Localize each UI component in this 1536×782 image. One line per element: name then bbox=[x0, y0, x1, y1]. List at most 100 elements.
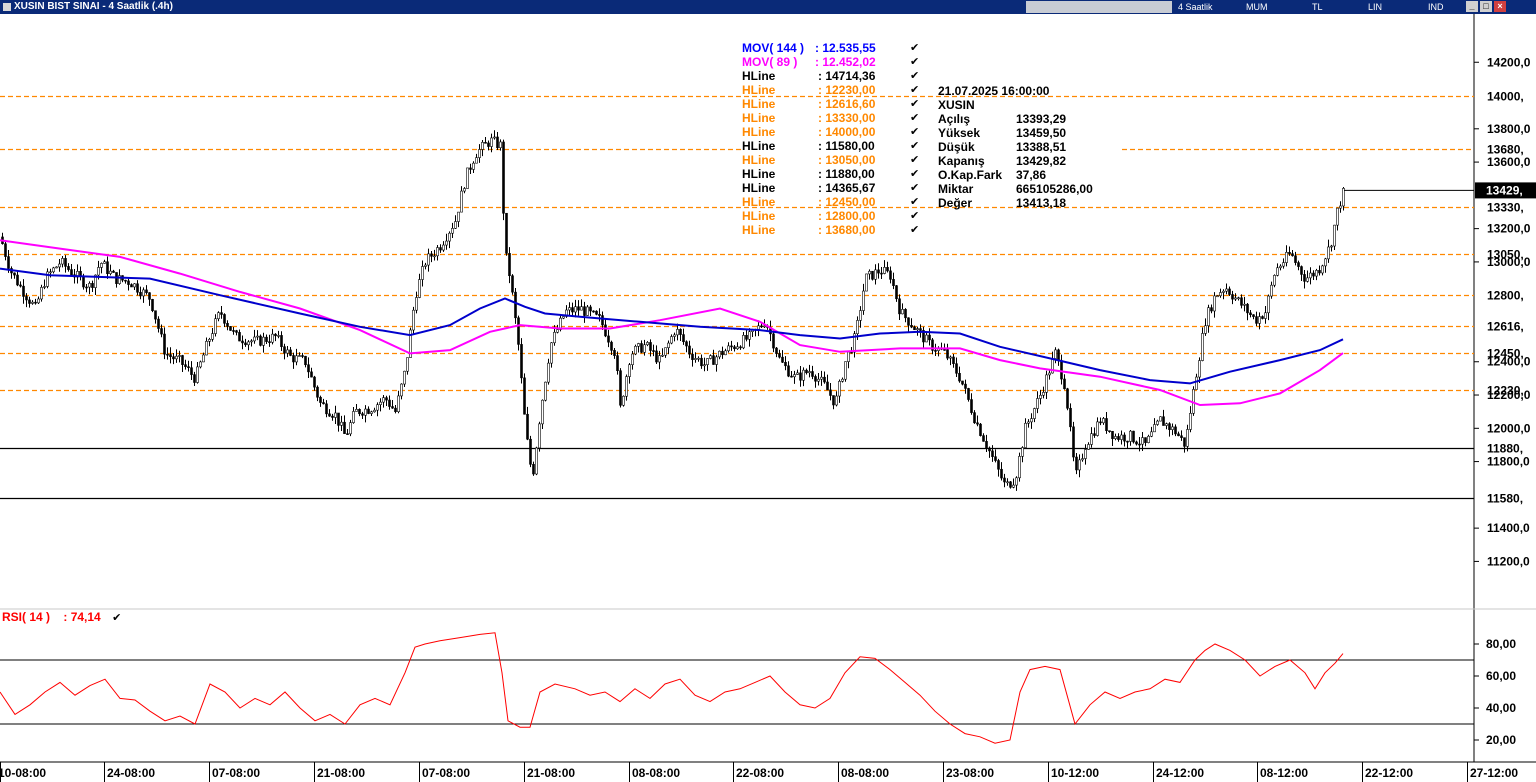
check-icon[interactable]: ✔ bbox=[910, 223, 919, 237]
hline-label: 12800, bbox=[1487, 289, 1524, 303]
candle-body bbox=[1021, 447, 1024, 457]
candle-body bbox=[415, 297, 418, 311]
check-icon[interactable]: ✔ bbox=[910, 111, 919, 125]
candle-body bbox=[910, 324, 913, 328]
candle-body bbox=[217, 312, 220, 320]
candle-body bbox=[250, 340, 253, 343]
candle-body bbox=[1195, 376, 1198, 390]
check-icon[interactable]: ✔ bbox=[112, 612, 121, 624]
candle-body bbox=[1033, 408, 1036, 419]
candle-body bbox=[268, 341, 271, 343]
candle-body bbox=[34, 301, 37, 304]
check-icon[interactable]: ✔ bbox=[910, 83, 919, 97]
candle-body bbox=[391, 406, 394, 409]
candle-body bbox=[520, 344, 523, 379]
candle-body bbox=[760, 325, 763, 328]
candle-body bbox=[1045, 374, 1048, 393]
candle-body bbox=[403, 370, 406, 385]
candle-body bbox=[1252, 314, 1255, 317]
candle-body bbox=[406, 357, 409, 372]
candle-body bbox=[124, 279, 127, 282]
check-icon[interactable]: ✔ bbox=[910, 55, 919, 69]
candle-body bbox=[625, 376, 628, 397]
legend-item-value: : 12230,00 bbox=[818, 83, 876, 97]
candle-body bbox=[670, 336, 673, 344]
legend-item-label: HLine bbox=[742, 153, 776, 167]
candle-body bbox=[595, 310, 598, 315]
candle-body bbox=[667, 342, 670, 348]
candle-body bbox=[181, 355, 184, 365]
candle-body bbox=[781, 356, 784, 363]
candle-body bbox=[901, 309, 904, 315]
check-icon[interactable]: ✔ bbox=[910, 167, 919, 181]
candle-body bbox=[1093, 433, 1096, 436]
ohlc-high-value: 13459,50 bbox=[1016, 126, 1067, 140]
candle-body bbox=[1243, 303, 1246, 306]
candle-body bbox=[685, 341, 688, 347]
check-icon[interactable]: ✔ bbox=[910, 181, 919, 195]
candle-body bbox=[43, 286, 46, 288]
candle-body bbox=[334, 412, 337, 418]
candle-body bbox=[190, 367, 193, 375]
candle-body bbox=[295, 355, 298, 363]
candle-body bbox=[1177, 433, 1180, 437]
candle-body bbox=[985, 441, 988, 449]
candle-body bbox=[958, 372, 961, 382]
check-icon[interactable]: ✔ bbox=[910, 97, 919, 111]
candle-body bbox=[1225, 288, 1228, 292]
hline-label: 13330, bbox=[1487, 201, 1524, 215]
legend-item-value: : 14000,00 bbox=[818, 125, 876, 139]
candle-body bbox=[880, 272, 883, 275]
candle-body bbox=[649, 342, 652, 351]
candle-body bbox=[340, 421, 343, 426]
candle-body bbox=[646, 342, 649, 346]
candle-body bbox=[142, 289, 145, 297]
candle-body bbox=[661, 354, 664, 357]
check-icon[interactable]: ✔ bbox=[910, 195, 919, 209]
legend-item-label: HLine bbox=[742, 69, 776, 83]
candle-body bbox=[172, 356, 175, 360]
candle-body bbox=[1129, 430, 1132, 442]
ohlc-value-label: Değer bbox=[938, 196, 973, 210]
check-icon[interactable]: ✔ bbox=[910, 41, 919, 55]
candle-body bbox=[874, 269, 877, 280]
check-icon[interactable]: ✔ bbox=[910, 139, 919, 153]
candle-body bbox=[355, 409, 358, 412]
candle-body bbox=[1096, 421, 1099, 436]
candle-body bbox=[166, 353, 169, 356]
candle-body bbox=[898, 298, 901, 315]
candle-body bbox=[235, 330, 238, 333]
candle-body bbox=[724, 350, 727, 356]
candle-body bbox=[676, 329, 679, 336]
candle-body bbox=[703, 364, 706, 367]
candle-body bbox=[841, 378, 844, 382]
check-icon[interactable]: ✔ bbox=[910, 209, 919, 223]
legend-item-label: HLine bbox=[742, 111, 776, 125]
legend-item-value: : 14714,36 bbox=[818, 69, 876, 83]
candle-body bbox=[976, 422, 979, 425]
check-icon[interactable]: ✔ bbox=[910, 125, 919, 139]
candle-body bbox=[445, 240, 448, 246]
check-icon[interactable]: ✔ bbox=[910, 153, 919, 167]
candle-body bbox=[1312, 272, 1315, 277]
ohlc-high-label: Yüksek bbox=[938, 126, 981, 140]
rsi-tick-label: 60,00 bbox=[1486, 669, 1516, 683]
candle-body bbox=[1324, 258, 1327, 267]
candle-body bbox=[499, 141, 502, 149]
candle-body bbox=[331, 415, 334, 418]
candle-body bbox=[1219, 292, 1222, 297]
candle-body bbox=[1288, 252, 1291, 254]
ohlc-value-value: 13413,18 bbox=[1016, 196, 1067, 210]
candle-body bbox=[37, 298, 40, 304]
candle-body bbox=[325, 403, 328, 415]
candle-body bbox=[994, 456, 997, 461]
candle-body bbox=[535, 447, 538, 475]
candle-body bbox=[469, 167, 472, 170]
candle-body bbox=[139, 291, 142, 297]
candle-body bbox=[736, 346, 739, 350]
candle-body bbox=[1135, 441, 1138, 445]
candle-body bbox=[1291, 253, 1294, 257]
candle-body bbox=[451, 228, 454, 234]
check-icon[interactable]: ✔ bbox=[910, 69, 919, 83]
candle-body bbox=[1114, 436, 1117, 439]
